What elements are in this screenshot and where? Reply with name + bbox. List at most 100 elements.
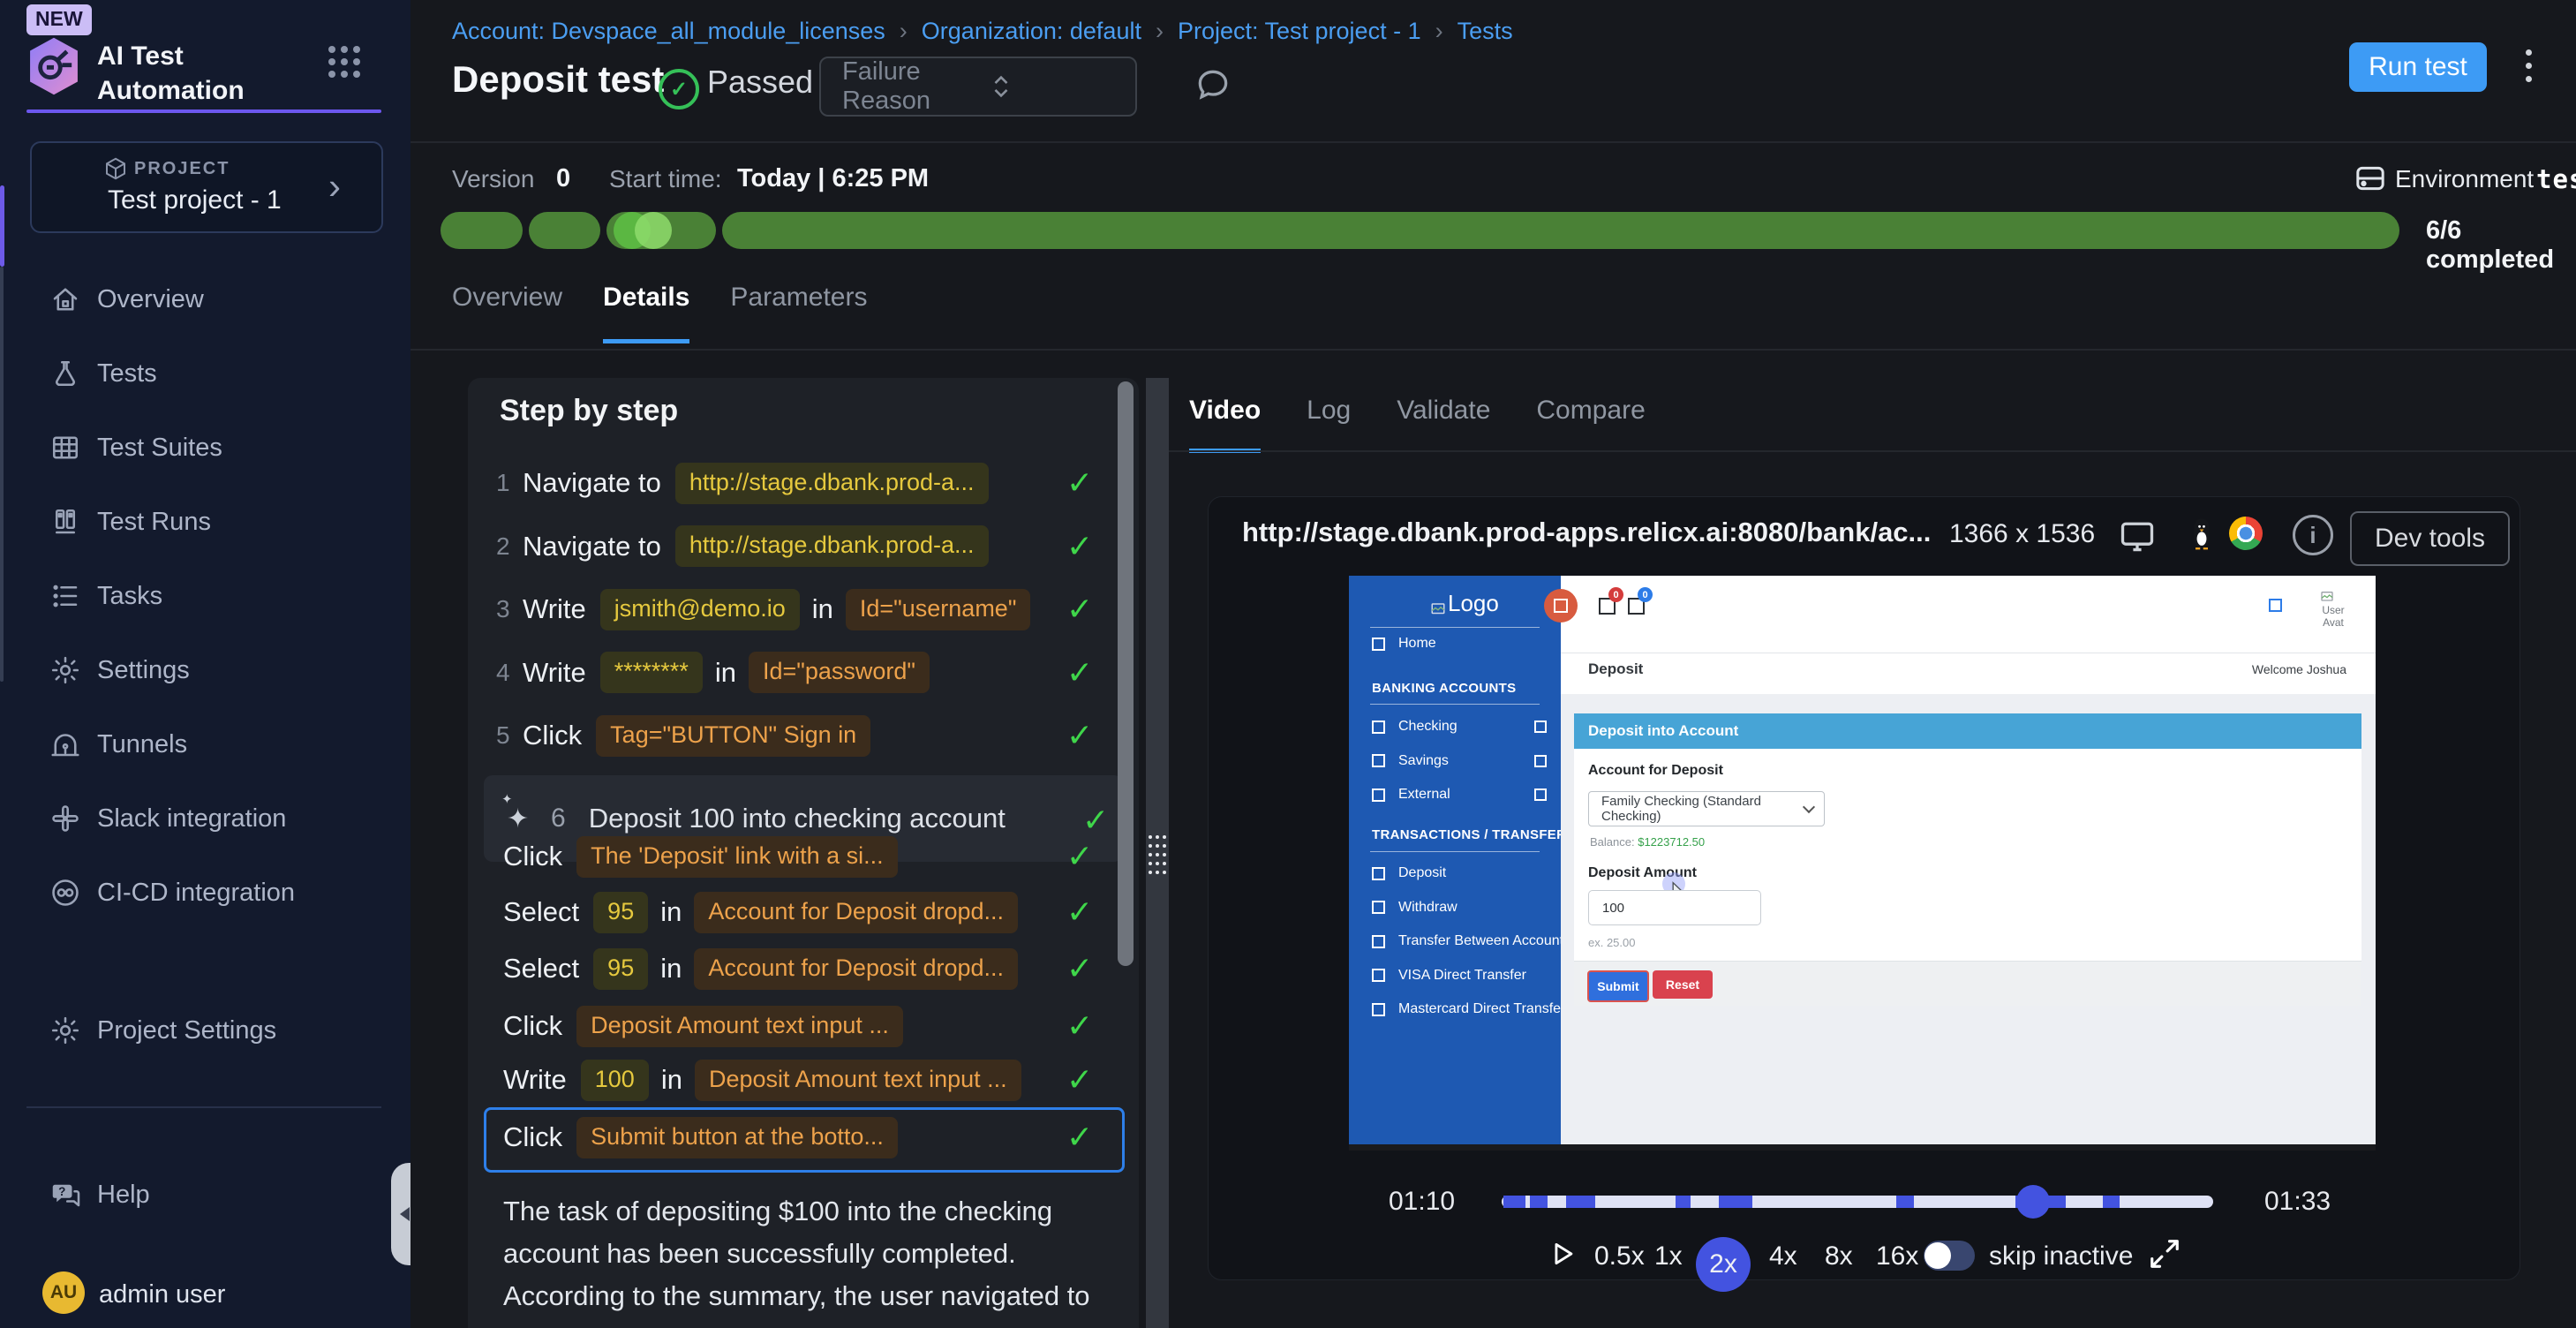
video-tab-validate[interactable]: Validate bbox=[1397, 396, 1490, 453]
step-row[interactable]: ClickSubmit button at the botto...✓ bbox=[468, 1113, 1139, 1162]
bank-nav-deposit[interactable]: Deposit bbox=[1349, 860, 1561, 887]
skip-inactive-toggle[interactable] bbox=[1924, 1241, 1975, 1271]
tab-details[interactable]: Details bbox=[603, 283, 689, 343]
progress-segment bbox=[441, 212, 523, 249]
step-selector-chip[interactable]: Id="username" bbox=[846, 589, 1031, 630]
step-value-chip[interactable]: jsmith@demo.io bbox=[600, 589, 800, 630]
speed-16x[interactable]: 16x bbox=[1876, 1241, 1918, 1271]
step-selector-chip[interactable]: Tag="BUTTON" Sign in bbox=[596, 715, 870, 757]
app-logo-icon bbox=[25, 35, 83, 97]
sidebar-item-help[interactable]: ?Help bbox=[0, 1167, 411, 1222]
bank-nav-transfer-between-accounts[interactable]: Transfer Between Accounts bbox=[1349, 928, 1561, 954]
bank-nav-external[interactable]: External bbox=[1349, 781, 1561, 808]
bank-submit-button[interactable]: Submit bbox=[1587, 970, 1649, 1002]
tab-overview[interactable]: Overview bbox=[452, 283, 562, 343]
breadcrumb-link[interactable]: Project: Test project - 1 bbox=[1178, 18, 1421, 45]
speed-1x[interactable]: 1x bbox=[1654, 1241, 1683, 1271]
bank-reset-button[interactable]: Reset bbox=[1653, 970, 1713, 999]
sidebar-item-overview[interactable]: Overview bbox=[0, 272, 411, 327]
sidebar-item-slack-integration[interactable]: Slack integration bbox=[0, 791, 411, 846]
speed-0.5x[interactable]: 0.5x bbox=[1594, 1241, 1645, 1271]
step-selector-chip[interactable]: Account for Deposit dropd... bbox=[694, 892, 1018, 933]
deposit-amount-input[interactable]: 100 bbox=[1588, 890, 1761, 925]
panel-resize-handle[interactable] bbox=[1146, 378, 1169, 1328]
sidebar-item-project-settings[interactable]: Project Settings bbox=[0, 1003, 411, 1058]
steps-scrollbar[interactable] bbox=[1118, 381, 1134, 966]
bank-nav-visa-direct-transfer[interactable]: VISA Direct Transfer bbox=[1349, 962, 1561, 989]
step-selector-chip[interactable]: Account for Deposit dropd... bbox=[694, 948, 1018, 990]
sidebar-item-test-runs[interactable]: Test Runs bbox=[0, 494, 411, 549]
extension-icon[interactable] bbox=[2269, 599, 2282, 612]
monitor-icon[interactable] bbox=[2118, 517, 2157, 555]
sidebar-item-tasks[interactable]: Tasks bbox=[0, 569, 411, 623]
step-value-chip[interactable]: 95 bbox=[593, 948, 648, 990]
play-button-icon[interactable] bbox=[1548, 1239, 1578, 1269]
step-selector-chip[interactable]: Deposit Amount text input ... bbox=[695, 1060, 1021, 1101]
bank-nav-home[interactable]: Home bbox=[1349, 630, 1561, 657]
step-row[interactable]: ClickThe 'Deposit' link with a si...✓ bbox=[468, 832, 1139, 881]
step-row[interactable]: ClickDeposit Amount text input ...✓ bbox=[468, 1001, 1139, 1051]
account-for-deposit-select[interactable]: Family Checking (Standard Checking) bbox=[1588, 791, 1825, 826]
sidebar-item-tunnels[interactable]: Tunnels bbox=[0, 717, 411, 772]
step-row[interactable]: 5ClickTag="BUTTON" Sign in✓ bbox=[468, 711, 1139, 760]
speed-4x[interactable]: 4x bbox=[1769, 1241, 1797, 1271]
square-icon bbox=[1372, 788, 1385, 802]
square-icon bbox=[1372, 1003, 1385, 1016]
step-row[interactable]: Select95inAccount for Deposit dropd...✓ bbox=[468, 887, 1139, 937]
check-icon: ✓ bbox=[1066, 950, 1093, 987]
step-row[interactable]: 3Writejsmith@demo.ioinId="username"✓ bbox=[468, 585, 1139, 634]
sidebar-item-settings[interactable]: Settings bbox=[0, 643, 411, 698]
bank-logo[interactable]: Logo bbox=[1430, 590, 1499, 617]
bank-nav-label: VISA Direct Transfer bbox=[1398, 968, 1526, 984]
dev-tools-button[interactable]: Dev tools bbox=[2350, 511, 2510, 566]
breadcrumb-link[interactable]: Tests bbox=[1457, 18, 1513, 45]
breadcrumb-link[interactable]: Account: Devspace_all_module_licenses bbox=[452, 18, 885, 45]
step-selector-chip[interactable]: Submit button at the botto... bbox=[576, 1117, 898, 1158]
breadcrumb-link[interactable]: Organization: default bbox=[922, 18, 1141, 45]
step-row[interactable]: Write100inDeposit Amount text input ...✓ bbox=[468, 1055, 1139, 1105]
step-value-chip[interactable]: ******** bbox=[600, 652, 703, 693]
grid-icon bbox=[49, 432, 81, 464]
failure-reason-select[interactable]: Failure Reason bbox=[819, 57, 1137, 117]
project-selector[interactable]: PROJECT Test project - 1 › bbox=[30, 141, 383, 233]
user-name[interactable]: admin user bbox=[99, 1280, 225, 1309]
step-selector-chip[interactable]: Id="password" bbox=[749, 652, 930, 693]
video-timeline[interactable] bbox=[1502, 1196, 2213, 1208]
app-title: AI Test Automation bbox=[97, 39, 309, 108]
sidebar-collapse-handle[interactable] bbox=[391, 1163, 412, 1265]
bank-nav-mastercard-direct-transfer[interactable]: Mastercard Direct Transfer bbox=[1349, 996, 1561, 1022]
timeline-playhead[interactable] bbox=[2016, 1185, 2050, 1219]
bank-nav-withdraw[interactable]: Withdraw bbox=[1349, 894, 1561, 921]
sidebar-item-ci-cd-integration[interactable]: CI-CD integration bbox=[0, 865, 411, 920]
sidebar-item-test-suites[interactable]: Test Suites bbox=[0, 420, 411, 475]
step-selector-chip[interactable]: Deposit Amount text input ... bbox=[576, 1006, 903, 1047]
avatar[interactable]: AU bbox=[42, 1271, 85, 1314]
video-player: http://stage.dbank.prod-apps.relicx.ai:8… bbox=[1208, 496, 2520, 1280]
fullscreen-icon[interactable] bbox=[2148, 1237, 2181, 1271]
app-switcher-icon[interactable] bbox=[328, 46, 360, 78]
step-row[interactable]: 2Navigate tohttp://stage.dbank.prod-a...… bbox=[468, 522, 1139, 571]
video-tab-video[interactable]: Video bbox=[1189, 396, 1261, 453]
step-selector-chip[interactable]: The 'Deposit' link with a si... bbox=[576, 836, 897, 878]
bank-nav-checking[interactable]: Checking bbox=[1349, 713, 1561, 740]
step-value-chip[interactable]: 95 bbox=[593, 892, 648, 933]
bank-nav-savings[interactable]: Savings bbox=[1349, 748, 1561, 774]
sidebar-item-tests[interactable]: Tests bbox=[0, 346, 411, 401]
comment-icon[interactable] bbox=[1194, 65, 1232, 104]
video-tab-compare[interactable]: Compare bbox=[1536, 396, 1645, 453]
speed-8x[interactable]: 8x bbox=[1825, 1241, 1853, 1271]
step-row[interactable]: Select95inAccount for Deposit dropd...✓ bbox=[468, 944, 1139, 993]
tab-parameters[interactable]: Parameters bbox=[730, 283, 867, 343]
step-value-chip[interactable]: http://stage.dbank.prod-a... bbox=[675, 463, 989, 504]
collapse-arrow-icon bbox=[393, 1207, 410, 1221]
video-tab-log[interactable]: Log bbox=[1307, 396, 1351, 453]
step-row[interactable]: 4Write********inId="password"✓ bbox=[468, 648, 1139, 698]
info-icon[interactable]: i bbox=[2293, 515, 2333, 555]
step-number: 4 bbox=[496, 659, 523, 687]
run-test-button[interactable]: Run test bbox=[2349, 42, 2487, 92]
step-value-chip[interactable]: http://stage.dbank.prod-a... bbox=[675, 525, 989, 567]
step-row[interactable]: 1Navigate tohttp://stage.dbank.prod-a...… bbox=[468, 458, 1139, 508]
speed-2x[interactable]: 2x bbox=[1696, 1237, 1751, 1292]
more-options-icon[interactable] bbox=[2526, 49, 2532, 82]
step-value-chip[interactable]: 100 bbox=[581, 1060, 649, 1101]
